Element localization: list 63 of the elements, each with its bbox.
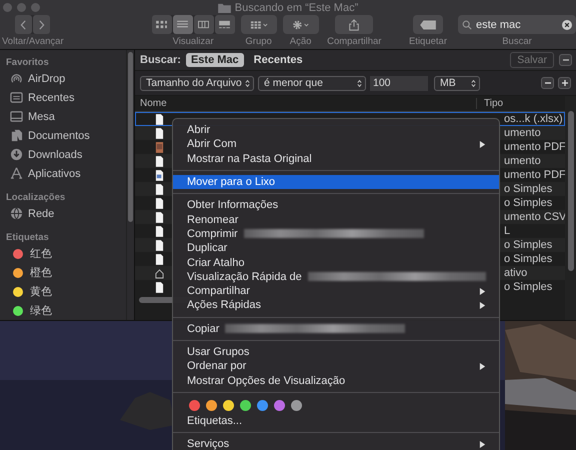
sidebar-item[interactable]: Rede xyxy=(6,204,126,223)
menu-item[interactable]: Mover para o Lixo xyxy=(173,174,499,190)
menu-item[interactable]: Visualização Rápida de xyxy=(173,270,499,284)
toolbar-label: Visualizar xyxy=(172,36,214,47)
table-cell-text: L xyxy=(504,225,512,237)
unit-dropdown[interactable]: MB xyxy=(434,76,480,90)
table-cell-text: o Simples xyxy=(504,239,554,251)
toolbar-label: Voltar/Avançar xyxy=(2,36,64,47)
menu-item[interactable]: Mostrar Opções de Visualização xyxy=(173,373,499,388)
menu-item[interactable]: Ações Rápidas xyxy=(173,298,499,313)
menu-item[interactable]: Duplicar xyxy=(173,241,499,256)
column-header[interactable]: Tipo xyxy=(477,98,504,109)
table-cell: umento PDF xyxy=(504,141,565,153)
toolbar-label: Buscar xyxy=(502,36,532,47)
table-cell-text: ativo xyxy=(504,267,528,279)
search-field[interactable]: este mac xyxy=(458,15,576,34)
sidebar-item[interactable]: 绿色 xyxy=(6,301,126,320)
scope-button[interactable]: Recentes xyxy=(248,53,308,67)
menu-item[interactable]: Comprimir xyxy=(173,226,499,242)
toolbar-label: Grupo xyxy=(245,36,272,47)
operator-dropdown[interactable]: é menor que xyxy=(258,76,366,90)
menu-item[interactable]: Usar Grupos xyxy=(173,344,499,360)
menu-item[interactable]: Ordenar por xyxy=(173,359,499,374)
sidebar-item[interactable]: Recentes xyxy=(6,88,126,107)
toolbar-label: Compartilhar xyxy=(327,36,382,47)
menu-item[interactable]: Abrir xyxy=(173,123,499,138)
menu-item[interactable]: Abrir Com xyxy=(173,137,499,152)
table-cell: umento PDF xyxy=(504,169,565,181)
table-cell-text: o Simples xyxy=(504,281,554,293)
menu-item[interactable]: Criar Atalho xyxy=(173,255,499,270)
sidebar-item[interactable]: Mesa xyxy=(6,107,126,126)
attribute-dropdown[interactable]: Tamanho do Arquivo xyxy=(140,76,254,90)
menu-item[interactable]: Obter Informações xyxy=(173,198,499,212)
sidebar-item[interactable]: Aplicativos xyxy=(6,164,126,183)
toolbar-label: Ação xyxy=(290,36,312,47)
menu-item[interactable]: Mostrar na Pasta Original xyxy=(173,152,499,166)
sidebar-item[interactable]: 橙色 xyxy=(6,263,126,282)
menu-item[interactable]: Serviços xyxy=(173,437,499,450)
toolbar-label: Etiquetar xyxy=(408,36,447,47)
table-cell: umento CSV xyxy=(504,211,565,223)
scope-button[interactable]: Este Mac xyxy=(186,53,244,67)
table-cell-text: o Simples xyxy=(504,197,554,209)
menu-item[interactable]: Renomear xyxy=(173,212,499,227)
sidebar-heading: Etiquetas xyxy=(6,232,50,244)
sidebar-item[interactable]: Downloads xyxy=(6,145,126,164)
menu-item[interactable]: Copiar xyxy=(173,322,499,336)
table-cell-text: os...k (.xlsx) xyxy=(504,113,564,125)
table-cell-text: o Simples xyxy=(504,183,554,195)
table-cell-text: umento xyxy=(504,155,542,167)
sidebar-heading: Favoritos xyxy=(6,57,50,69)
menu-item[interactable]: Etiquetas... xyxy=(173,414,499,428)
sidebar-item[interactable]: 红色 xyxy=(6,244,126,263)
sidebar-item[interactable]: 黄色 xyxy=(6,282,126,301)
menu-item[interactable]: Compartilhar xyxy=(173,284,499,298)
column-header[interactable]: Nome xyxy=(135,98,477,109)
window-title: Buscando em “Este Mac” xyxy=(234,2,358,14)
sidebar-item[interactable]: AirDrop xyxy=(6,69,126,88)
value-field[interactable]: 100 xyxy=(370,76,428,90)
sidebar-heading: Localizações xyxy=(6,192,66,204)
table-cell-text: o Simples xyxy=(504,253,554,265)
sidebar-item[interactable]: Documentos xyxy=(6,126,126,145)
table-cell-text: umento xyxy=(504,127,542,139)
scope-label: Buscar: xyxy=(140,54,181,66)
